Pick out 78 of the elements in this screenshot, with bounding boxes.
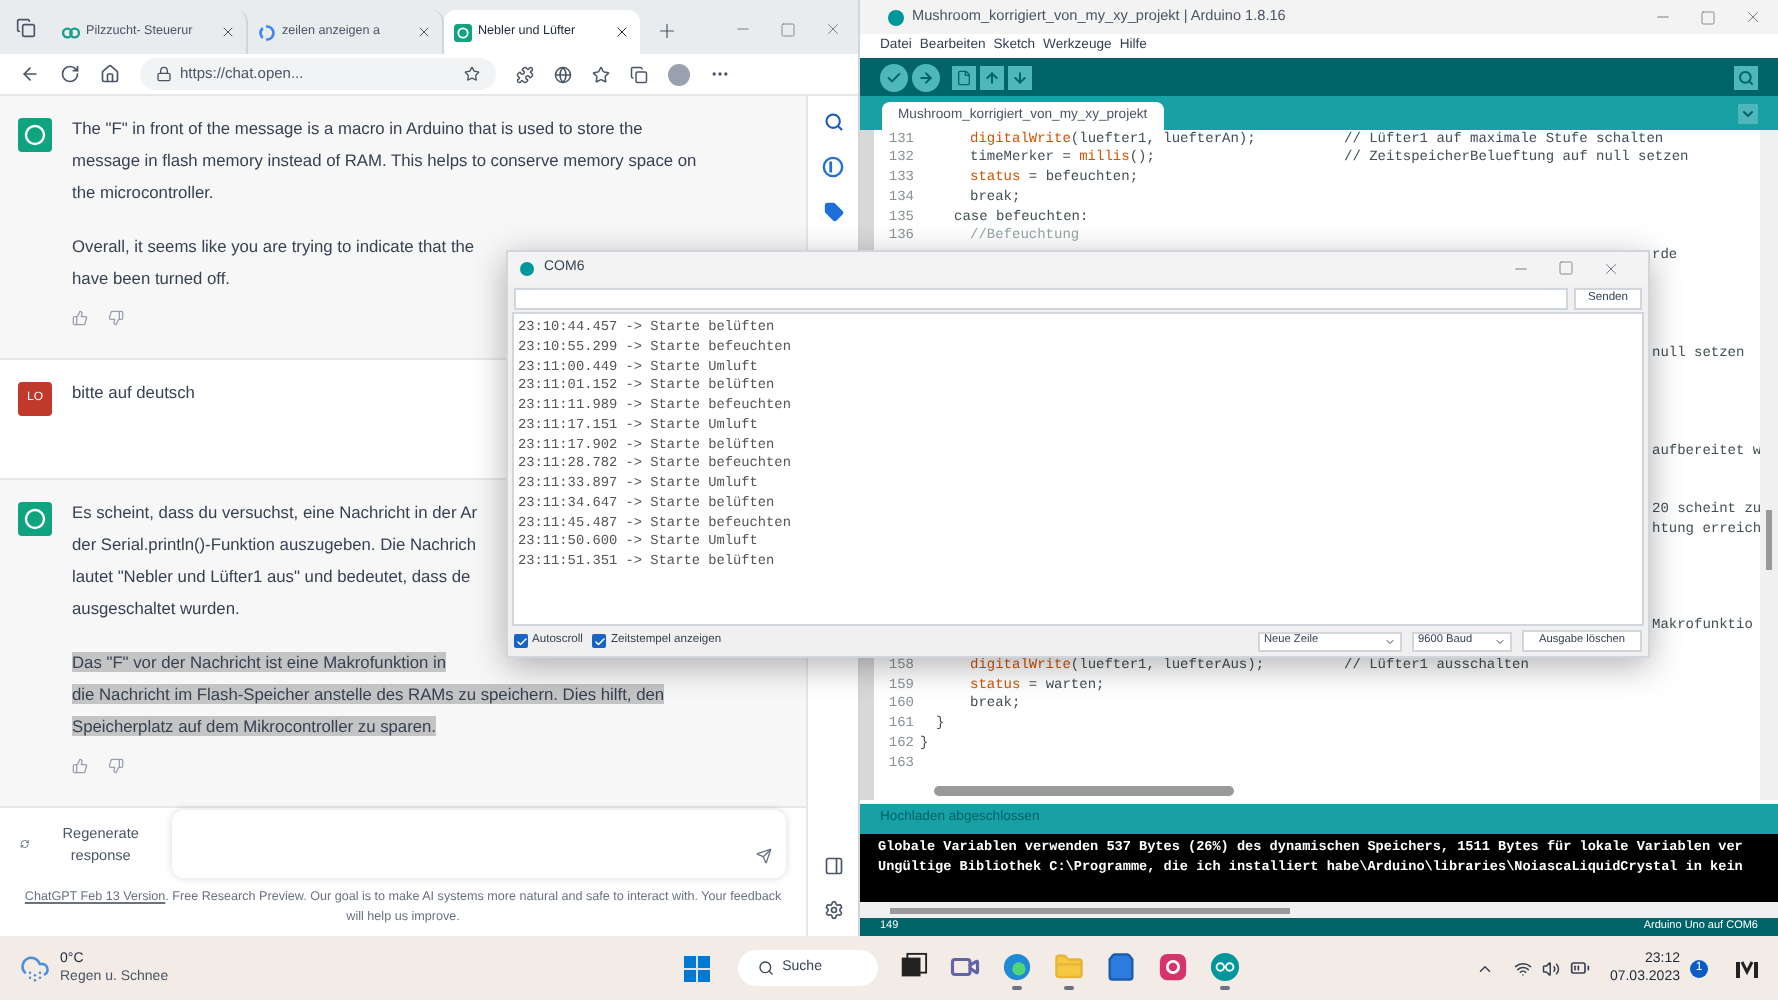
arrow-up-icon xyxy=(984,69,1000,85)
app-logo-icon xyxy=(520,261,534,275)
search-icon xyxy=(1738,69,1754,85)
check-icon xyxy=(593,635,606,647)
browser-essentials-icon[interactable] xyxy=(554,65,572,83)
volume-icon[interactable] xyxy=(1541,959,1560,977)
upload-button[interactable] xyxy=(912,63,940,91)
scrollbar xyxy=(1766,510,1772,570)
video-call-icon[interactable] xyxy=(950,952,981,982)
message-text: bitte auf deutsch xyxy=(72,380,195,406)
assistant-avatar xyxy=(18,118,52,152)
check-icon xyxy=(886,69,902,85)
weather-icon[interactable] xyxy=(20,953,50,983)
regenerate-icon xyxy=(20,838,30,850)
file-icon xyxy=(956,69,972,85)
running-indicator xyxy=(1220,986,1231,990)
caret-icon xyxy=(1740,106,1756,122)
search-icon xyxy=(758,960,775,976)
tag-icon[interactable] xyxy=(823,202,844,222)
message-text: Es scheint, dass du versuchst, eine Nachricht in der Ar der Serial.println()-Funktion auszugeben. Die Nachrich lautet "Nebler und Lüfter1 aus" und bedeutet, dass de ausgeschaltet wurden. xyxy=(72,500,477,622)
close-icon[interactable] xyxy=(1744,8,1762,26)
arrow-right-icon xyxy=(918,69,934,85)
profile-avatar[interactable] xyxy=(668,63,690,85)
settings-icon[interactable] xyxy=(823,900,844,920)
search-icon[interactable] xyxy=(823,112,844,132)
new-button[interactable] xyxy=(952,65,976,89)
save-button[interactable] xyxy=(1008,65,1032,89)
wifi-icon[interactable] xyxy=(1513,959,1532,977)
caret-icon xyxy=(1494,635,1506,647)
battery-icon[interactable] xyxy=(1569,958,1590,978)
infinity-app-icon[interactable] xyxy=(1210,952,1241,982)
arrow-down-icon xyxy=(1012,69,1028,85)
thumbs-down-icon[interactable] xyxy=(108,758,124,774)
close-tab-icon[interactable] xyxy=(614,24,630,40)
assistant-avatar xyxy=(18,502,52,536)
new-tab-icon[interactable] xyxy=(656,20,678,42)
reload-icon[interactable] xyxy=(60,64,80,84)
widget-icon[interactable] xyxy=(1736,958,1758,978)
serial-input[interactable] xyxy=(514,287,1568,309)
favorite-icon[interactable] xyxy=(464,66,480,82)
close-icon[interactable] xyxy=(1602,259,1620,277)
close-tab-icon[interactable] xyxy=(220,24,236,40)
running-indicator xyxy=(1064,986,1075,990)
tab-menu-button[interactable] xyxy=(1738,104,1758,124)
message-text: The "F" in front of the message is a macro in Arduino that is used to store the message in flash memory instead of RAM. This helps to conserve memory space on the microcontroller. xyxy=(72,116,697,206)
task-view-icon[interactable] xyxy=(898,952,929,982)
home-icon[interactable] xyxy=(100,64,120,84)
collections-icon[interactable] xyxy=(630,65,648,83)
message-input[interactable] xyxy=(172,810,787,878)
caret-icon xyxy=(1384,635,1396,647)
app-logo-icon xyxy=(888,9,904,25)
start-icon[interactable] xyxy=(684,955,711,981)
message-text: Overall, it seems like you are trying to indicate that the have been turned off. xyxy=(72,234,475,292)
checkbox[interactable] xyxy=(592,634,607,648)
thumbs-up-icon[interactable] xyxy=(72,758,88,774)
camera-app-icon[interactable] xyxy=(1158,952,1189,982)
lock-icon xyxy=(156,66,172,82)
favorites-icon[interactable] xyxy=(592,65,610,83)
message-text: Das "F" vor der Nachricht ist eine Makrofunktion in die Nachricht im Flash-Speicher anstelle des RAMs zu speichern. Dies hilft, den Speicherplatz auf dem Mikrocontroller zu sparen. xyxy=(72,650,665,740)
serial-monitor-button[interactable] xyxy=(1734,65,1758,89)
tab-actions-icon[interactable] xyxy=(16,18,36,38)
link-icon xyxy=(62,23,80,41)
close-icon[interactable] xyxy=(824,20,842,38)
close-tab-icon[interactable] xyxy=(416,24,432,40)
check-icon xyxy=(515,635,527,647)
back-icon[interactable] xyxy=(20,64,40,84)
thumbs-down-icon[interactable] xyxy=(108,310,124,326)
thumbs-up-icon[interactable] xyxy=(72,310,88,326)
verify-button[interactable] xyxy=(880,63,908,91)
running-indicator xyxy=(1012,986,1023,990)
checkbox[interactable] xyxy=(514,634,528,648)
send-icon[interactable] xyxy=(756,848,773,864)
browser-icon[interactable] xyxy=(1002,952,1033,982)
sidebar-icon[interactable] xyxy=(823,856,844,876)
open-button[interactable] xyxy=(980,65,1004,89)
store-icon[interactable] xyxy=(1106,952,1137,982)
chat-logo-icon xyxy=(454,23,472,41)
extensions-icon[interactable] xyxy=(516,65,534,83)
